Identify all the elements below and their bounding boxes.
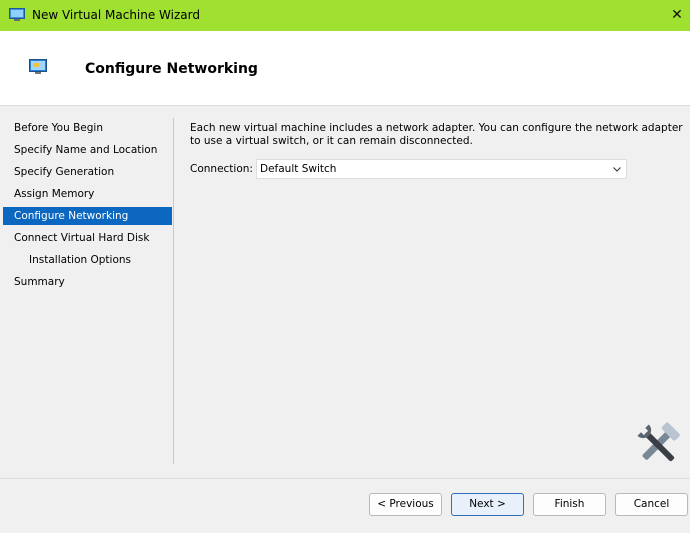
connection-label: Connection: <box>190 163 253 175</box>
hyper-v-app-icon <box>9 8 25 21</box>
title-bar: New Virtual Machine Wizard ✕ <box>0 0 690 31</box>
nav-step-connect-virtual-hard-disk[interactable]: Connect Virtual Hard Disk <box>3 229 172 247</box>
nav-step-summary[interactable]: Summary <box>3 273 172 291</box>
previous-button[interactable]: < Previous <box>369 493 442 516</box>
footer-separator <box>0 478 690 479</box>
nav-step-before-you-begin[interactable]: Before You Begin <box>3 119 172 137</box>
nav-step-assign-memory[interactable]: Assign Memory <box>3 185 172 203</box>
network-adapter-icon <box>29 59 47 74</box>
cancel-button[interactable]: Cancel <box>615 493 688 516</box>
nav-step-installation-options[interactable]: Installation Options <box>3 251 172 269</box>
window-title: New Virtual Machine Wizard <box>32 8 200 22</box>
pane-divider <box>173 118 174 464</box>
networking-description: Each new virtual machine includes a netw… <box>190 122 683 147</box>
wizard-steps-nav: Before You Begin Specify Name and Locati… <box>0 106 173 464</box>
close-button[interactable]: ✕ <box>666 2 688 28</box>
connection-dropdown[interactable]: Default Switch <box>256 159 627 179</box>
connection-selected-value: Default Switch <box>260 163 337 175</box>
nav-step-specify-name-location[interactable]: Specify Name and Location <box>3 141 172 159</box>
wizard-header: Configure Networking <box>0 31 690 106</box>
nav-step-specify-generation[interactable]: Specify Generation <box>3 163 172 181</box>
page-title: Configure Networking <box>85 61 258 77</box>
next-button[interactable]: Next > <box>451 493 524 516</box>
finish-button[interactable]: Finish <box>533 493 606 516</box>
nav-step-configure-networking[interactable]: Configure Networking <box>3 207 172 225</box>
chevron-down-icon <box>613 167 621 172</box>
hammer-wrench-logo <box>637 422 680 462</box>
